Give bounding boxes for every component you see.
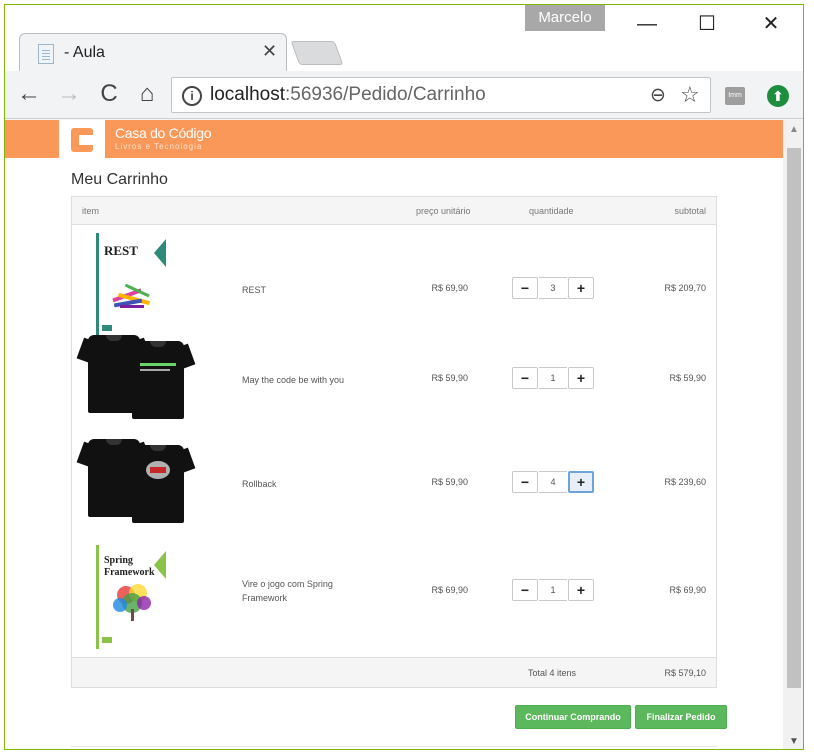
update-icon[interactable]: ⬆	[767, 85, 789, 107]
brand-name[interactable]: Casa do Código	[115, 125, 212, 141]
table-row: May the code be with you R$ 59,90 − 1 + …	[72, 331, 716, 435]
product-image-spring-book[interactable]: Spring Framework	[96, 545, 170, 649]
increase-qty-button[interactable]: +	[568, 471, 594, 493]
quantity-input[interactable]: 1	[539, 367, 567, 389]
product-image-tshirt-code[interactable]	[82, 331, 192, 431]
info-icon[interactable]: i	[182, 86, 202, 106]
header-qty: quantidade	[529, 206, 574, 216]
product-name: Vire o jogo com Spring Framework	[242, 579, 333, 603]
tab-close-icon[interactable]: ✕	[262, 41, 277, 62]
quantity-input[interactable]: 1	[539, 579, 567, 601]
unit-price: R$ 59,90	[431, 373, 468, 383]
cart-header: item preço unitário quantidade subtotal	[72, 197, 716, 225]
quantity-stepper: − 4 +	[512, 471, 598, 493]
unit-price: R$ 59,90	[431, 477, 468, 487]
header-item: item	[82, 206, 100, 216]
book-cover-art	[112, 283, 150, 308]
increase-qty-button[interactable]: +	[568, 579, 594, 601]
browser-window: Marcelo — ☐ ✕ - Aula ✕ ← → C ⌂ i localho…	[4, 4, 804, 750]
url-path: :56936/Pedido/Carrinho	[285, 84, 486, 105]
cart-actions: Continuar Comprando Finalizar Pedido	[5, 705, 783, 729]
bookmark-star-icon[interactable]: ☆	[680, 82, 700, 108]
cart-table: item preço unitário quantidade subtotal …	[71, 196, 717, 688]
row-subtotal: R$ 69,90	[669, 585, 706, 595]
increase-qty-button[interactable]: +	[568, 277, 594, 299]
decrease-qty-button[interactable]: −	[512, 367, 538, 389]
finish-order-button[interactable]: Finalizar Pedido	[635, 705, 727, 729]
tshirt-front	[132, 341, 184, 419]
table-row: REST REST R$ 69,90 − 3 + R$ 209,70	[72, 227, 716, 337]
total-value: R$ 579,10	[664, 668, 706, 678]
increase-qty-button[interactable]: +	[568, 367, 594, 389]
unit-price: R$ 69,90	[431, 585, 468, 595]
minimize-button[interactable]: —	[617, 5, 677, 45]
row-subtotal: R$ 209,70	[664, 283, 706, 293]
profile-user-badge[interactable]: Marcelo	[525, 5, 605, 31]
browser-tab[interactable]: - Aula ✕	[19, 33, 287, 73]
product-name: REST	[242, 285, 267, 295]
quantity-input[interactable]: 3	[539, 277, 567, 299]
browser-toolbar: ← → C ⌂ i localhost:56936/Pedido/Carrinh…	[5, 71, 803, 119]
book-cover-title: REST	[104, 243, 138, 258]
logo-icon	[71, 128, 93, 152]
decrease-qty-button[interactable]: −	[512, 471, 538, 493]
tshirt-front	[132, 445, 184, 523]
home-icon[interactable]: ⌂	[133, 81, 161, 109]
address-bar[interactable]: i localhost:56936/Pedido/Carrinho ⊖ ☆	[171, 77, 711, 113]
page-icon	[38, 44, 54, 64]
page-title: Meu Carrinho	[71, 171, 168, 188]
site-header: Casa do Código Livros e Tecnologia	[5, 120, 783, 158]
product-name: May the code be with you	[242, 375, 345, 385]
product-image-tshirt-rollback[interactable]	[82, 435, 192, 535]
book-cover-title: Spring Framework	[104, 555, 155, 578]
book-flag	[154, 239, 166, 267]
unit-price: R$ 69,90	[431, 283, 468, 293]
scroll-down-arrow-icon[interactable]: ▼	[783, 736, 803, 747]
zoom-icon[interactable]: ⊖	[650, 84, 666, 107]
scroll-up-arrow-icon[interactable]: ▲	[783, 124, 803, 135]
extension-icon[interactable]: Imm	[725, 87, 745, 105]
product-image-rest-book[interactable]: REST	[96, 233, 170, 337]
quantity-stepper: − 1 +	[512, 367, 598, 389]
tab-title: - Aula	[64, 44, 105, 61]
total-items-label: Total 4 itens	[528, 668, 577, 678]
close-window-button[interactable]: ✕	[741, 5, 801, 45]
table-row: Spring Framework Vire o jogo com Spring …	[72, 539, 716, 649]
page-viewport: Casa do Código Livros e Tecnologia Meu C…	[5, 120, 783, 749]
decrease-qty-button[interactable]: −	[512, 579, 538, 601]
header-subtotal: subtotal	[674, 206, 706, 216]
row-subtotal: R$ 239,60	[664, 477, 706, 487]
new-tab-button[interactable]	[290, 41, 344, 65]
table-row: Rollback R$ 59,90 − 4 + R$ 239,60	[72, 435, 716, 539]
publisher-mark	[102, 637, 112, 643]
url-text[interactable]: localhost:56936/Pedido/Carrinho	[210, 84, 486, 106]
page-scrollbar[interactable]: ▲ ▼	[783, 120, 803, 749]
back-arrow-icon[interactable]: ←	[15, 81, 43, 109]
title-bar: Marcelo — ☐ ✕ - Aula ✕	[5, 5, 803, 73]
product-name: Rollback	[242, 479, 277, 489]
decrease-qty-button[interactable]: −	[512, 277, 538, 299]
row-subtotal: R$ 59,90	[669, 373, 706, 383]
book-spine	[96, 233, 99, 337]
book-cover-art	[113, 584, 151, 621]
site-logo[interactable]	[59, 120, 105, 158]
maximize-button[interactable]: ☐	[677, 5, 737, 45]
continue-shopping-button[interactable]: Continuar Comprando	[515, 705, 631, 729]
quantity-stepper: − 1 +	[512, 579, 598, 601]
quantity-input[interactable]: 4	[539, 471, 567, 493]
header-price: preço unitário	[416, 206, 471, 216]
scroll-thumb[interactable]	[787, 148, 801, 688]
reload-icon[interactable]: C	[95, 81, 123, 109]
brand-tagline: Livros e Tecnologia	[115, 142, 203, 151]
url-host: localhost	[210, 84, 285, 105]
cart-footer: Total 4 itens R$ 579,10	[72, 657, 716, 687]
divider	[71, 746, 717, 747]
book-spine	[96, 545, 99, 649]
forward-arrow-icon[interactable]: →	[55, 81, 83, 109]
quantity-stepper: − 3 +	[512, 277, 598, 299]
